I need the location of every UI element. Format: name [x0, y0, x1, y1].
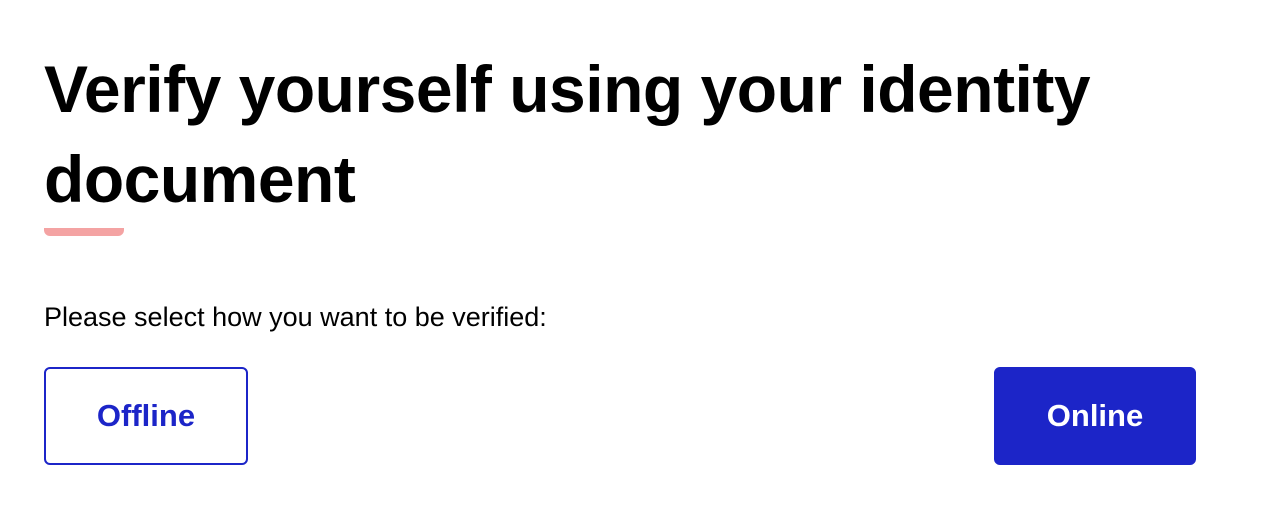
title-underline-accent — [44, 228, 124, 236]
page-title: Verify yourself using your identity docu… — [44, 52, 1091, 216]
online-button-label: Online — [1046, 398, 1144, 433]
offline-button[interactable]: Offline — [44, 367, 248, 465]
selection-prompt: Please select how you want to be verifie… — [44, 302, 547, 332]
offline-button-label: Offline — [96, 398, 196, 433]
verification-method-panel: Verify yourself using your identity docu… — [44, 44, 1196, 465]
online-button[interactable]: Online — [994, 367, 1196, 465]
